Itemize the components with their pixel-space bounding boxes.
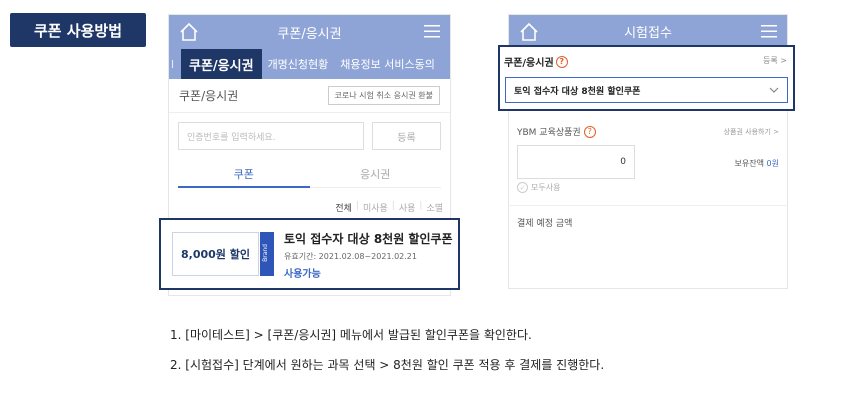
voucher-amount-input[interactable]: 0 bbox=[517, 145, 635, 179]
filter-expired[interactable]: 소멸 bbox=[426, 201, 443, 214]
tab-name-change[interactable]: 개명신청현황 bbox=[262, 56, 335, 72]
coupon-section-header: 쿠폰/응시권 ? bbox=[504, 54, 568, 69]
app-bar: 쿠폰/응시권 bbox=[169, 15, 450, 49]
coupon-label: 쿠폰/응시권 bbox=[504, 58, 554, 69]
balance-display: 보유잔액 0원 bbox=[735, 158, 779, 169]
app-bar: 시험접수 bbox=[509, 15, 787, 47]
instruction-steps: 1. [마이테스트] > [쿠폰/응시권] 메뉴에서 발급된 할인쿠폰을 확인한… bbox=[170, 320, 604, 380]
help-icon[interactable]: ? bbox=[555, 55, 568, 68]
subtab-voucher[interactable]: 응시권 bbox=[309, 158, 441, 188]
menu-tabs: l 쿠폰/응시권 개명신청현황 채용정보 서비스동의 bbox=[169, 49, 450, 79]
coupon-select-section: 쿠폰/응시권 ? 등록 > 토익 접수자 대상 8천원 할인쿠폰 bbox=[498, 45, 795, 111]
tab-coupon[interactable]: 쿠폰/응시권 bbox=[181, 49, 262, 79]
coupon-strip-label: Brand bbox=[262, 244, 269, 262]
use-all-label: 모두사용 bbox=[531, 183, 561, 192]
page-title: 쿠폰/응시권 bbox=[277, 26, 342, 42]
filter-all[interactable]: 전체 bbox=[335, 201, 352, 214]
coupon-label: 쿠폰/응시권 bbox=[179, 89, 239, 103]
chevron-down-icon bbox=[769, 87, 779, 93]
coupon-title: 토익 접수자 대상 8천원 할인쿠폰 bbox=[284, 232, 453, 246]
coupon-subtabs: 쿠폰 응시권 bbox=[178, 158, 441, 188]
use-all-checkbox[interactable]: ✓ 모두사용 bbox=[517, 182, 560, 193]
payment-label: 결제 예정 금액 bbox=[517, 219, 573, 229]
register-link[interactable]: 등록 > bbox=[763, 55, 787, 66]
divider bbox=[508, 205, 788, 206]
balance-label: 보유잔액 bbox=[734, 159, 764, 168]
coupon-strip: Brand bbox=[260, 232, 274, 276]
filter-used[interactable]: 사용 bbox=[399, 201, 416, 214]
menu-icon[interactable] bbox=[761, 25, 777, 38]
ybm-voucher-header: YBM 교육상품권 ? bbox=[517, 125, 596, 138]
step-1: 1. [마이테스트] > [쿠폰/응시권] 메뉴에서 발급된 할인쿠폰을 확인한… bbox=[170, 328, 532, 342]
code-input[interactable]: 인증번호를 입력하세요. bbox=[178, 122, 364, 150]
section-title-badge: 쿠폰 사용방법 bbox=[10, 13, 146, 47]
register-button[interactable]: 등록 bbox=[372, 122, 441, 150]
tab-edge: l bbox=[171, 57, 175, 71]
filter-unused[interactable]: 미사용 bbox=[363, 201, 388, 214]
help-icon[interactable]: ? bbox=[583, 125, 596, 138]
coupon-header-row: 쿠폰/응시권 코로나 시험 취소 응시권 환불 bbox=[169, 79, 450, 113]
balance-value: 0원 bbox=[766, 159, 779, 168]
page-title: 시험접수 bbox=[624, 25, 672, 41]
use-voucher-link[interactable]: 상품권 사용하기 > bbox=[724, 127, 779, 137]
coupon-card[interactable]: 8,000원 할인 Brand 토익 접수자 대상 8천원 할인쿠폰 유효기간:… bbox=[159, 218, 460, 290]
coupon-amount: 8,000원 할인 bbox=[172, 232, 259, 276]
selected-coupon: 토익 접수자 대상 8천원 할인쿠폰 bbox=[514, 86, 641, 97]
tab-job-info[interactable]: 채용정보 서비스동의 bbox=[334, 56, 441, 72]
refund-button[interactable]: 코로나 시험 취소 응시권 환불 bbox=[327, 86, 440, 105]
home-icon[interactable] bbox=[178, 21, 200, 43]
check-icon: ✓ bbox=[517, 182, 528, 193]
ybm-label: YBM 교육상품권 bbox=[517, 128, 581, 138]
subtab-coupon[interactable]: 쿠폰 bbox=[178, 158, 310, 188]
coupon-period: 유효기간: 2021.02.08~2021.02.21 bbox=[284, 252, 417, 261]
menu-icon[interactable] bbox=[424, 25, 440, 38]
home-icon[interactable] bbox=[518, 21, 540, 43]
coupon-dropdown[interactable]: 토익 접수자 대상 8천원 할인쿠폰 bbox=[505, 77, 788, 103]
coupon-status: 사용가능 bbox=[284, 269, 321, 280]
status-filters: 전체 | 미사용 | 사용 | 소멸 bbox=[335, 201, 443, 214]
step-2: 2. [시험접수] 단계에서 원하는 과목 선택 > 8천원 할인 쿠폰 적용 … bbox=[170, 358, 605, 372]
